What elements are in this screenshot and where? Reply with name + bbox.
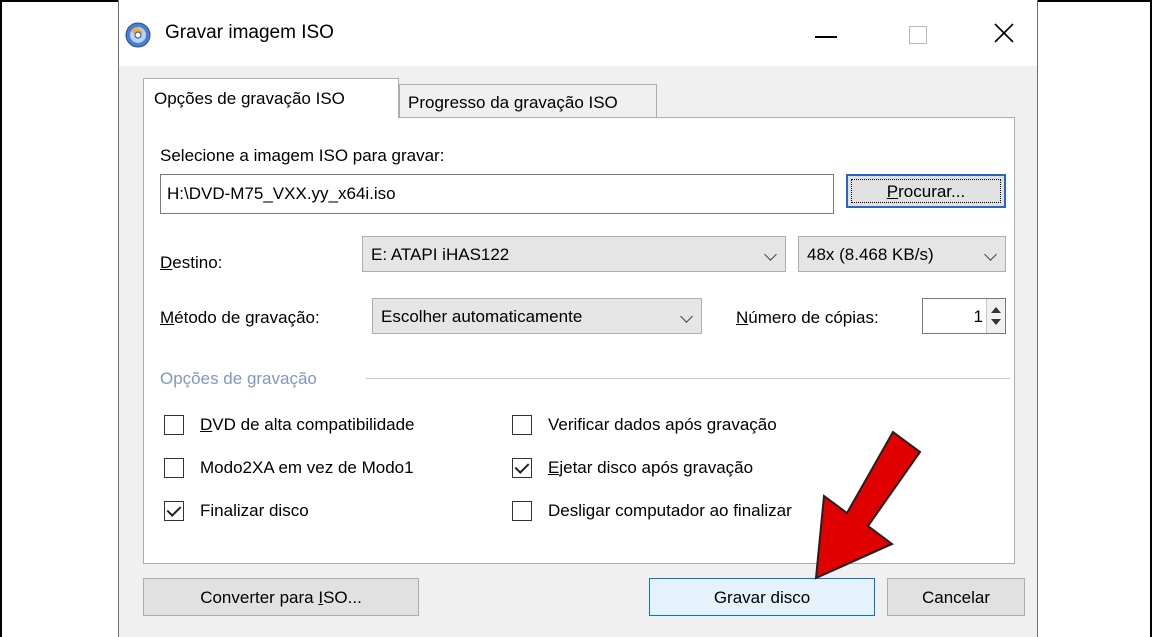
high-compat-checkbox[interactable] — [164, 415, 184, 435]
mode2xa-checkbox[interactable] — [164, 458, 184, 478]
shutdown-label: Desligar computador ao finalizar — [548, 501, 792, 520]
burn-speed-select[interactable]: 48x (8.468 KB/s) — [798, 236, 1006, 272]
verify-data-checkbox[interactable] — [512, 415, 532, 435]
maximize-button[interactable] — [895, 10, 941, 56]
burn-options-panel: Selecione a imagem ISO para gravar: H:\D… — [143, 117, 1015, 564]
stepper-buttons[interactable] — [986, 299, 1005, 333]
tab-burn-options-label: Opções de gravação ISO — [154, 89, 345, 108]
frame-left-line — [0, 0, 2, 637]
iso-path-input[interactable]: H:\DVD-M75_VXX.yy_x64i.iso — [160, 174, 834, 214]
finalize-disc-label: Finalizar disco — [200, 501, 309, 520]
tab-burn-options[interactable]: Opções de gravação ISO — [143, 78, 399, 118]
focus-ring — [851, 179, 1001, 203]
destination-label: Destino: — [160, 253, 223, 272]
convert-to-iso-button[interactable]: Converter para ISO... — [143, 578, 419, 616]
minimize-button[interactable] — [803, 10, 849, 56]
finalize-disc-checkbox[interactable] — [164, 501, 184, 521]
window-title: Gravar imagem ISO — [165, 22, 334, 43]
title-bar: Gravar imagem ISO — [119, 0, 1037, 66]
burn-method-select[interactable]: Escolher automaticamente — [372, 298, 702, 334]
browse-button[interactable]: Procurar... — [846, 174, 1006, 208]
burn-iso-dialog: Gravar imagem ISO Opções de gravação ISO… — [118, 0, 1038, 637]
burn-disc-label: Gravar disco — [713, 588, 811, 607]
group-divider — [366, 378, 1010, 379]
stepper-down-icon[interactable] — [991, 319, 1001, 325]
cancel-button[interactable]: Cancelar — [887, 578, 1025, 616]
destination-drive-value: E: ATAPI iHAS122 — [371, 245, 510, 264]
high-compat-label: DVD de alta compatibilidade — [200, 415, 415, 434]
chevron-down-icon — [680, 310, 693, 323]
burn-speed-value: 48x (8.468 KB/s) — [807, 245, 934, 264]
mode2xa-label: Modo2XA em vez de Modo1 — [200, 458, 414, 477]
iso-path-value: H:\DVD-M75_VXX.yy_x64i.iso — [167, 184, 396, 203]
close-icon — [994, 23, 1014, 43]
convert-to-iso-label: Converter para ISO... — [200, 588, 362, 607]
select-iso-label: Selecione a imagem ISO para gravar: — [160, 146, 445, 165]
chevron-down-icon — [984, 248, 997, 261]
tab-burn-progress-label: Progresso da gravação ISO — [408, 93, 618, 112]
verify-data-label: Verificar dados após gravação — [548, 415, 777, 434]
eject-disc-label: Ejetar disco após gravação — [548, 458, 754, 477]
eject-disc-checkbox[interactable] — [512, 458, 532, 478]
burn-method-label: Método de gravação: — [160, 308, 320, 327]
close-button[interactable] — [981, 10, 1027, 56]
copies-stepper[interactable]: 1 — [922, 298, 1006, 334]
cancel-label: Cancelar — [921, 588, 991, 607]
tab-burn-progress[interactable]: Progresso da gravação ISO — [399, 84, 657, 118]
burn-disc-button[interactable]: Gravar disco — [649, 578, 875, 616]
destination-drive-select[interactable]: E: ATAPI iHAS122 — [362, 236, 786, 272]
options-group-title: Opções de gravação — [160, 369, 317, 388]
disc-app-icon — [125, 22, 151, 48]
burn-method-value: Escolher automaticamente — [381, 307, 583, 326]
copies-value: 1 — [973, 307, 983, 326]
shutdown-checkbox[interactable] — [512, 501, 532, 521]
copies-label: Número de cópias: — [736, 308, 879, 327]
stepper-up-icon[interactable] — [991, 307, 1001, 313]
chevron-down-icon — [764, 248, 777, 261]
